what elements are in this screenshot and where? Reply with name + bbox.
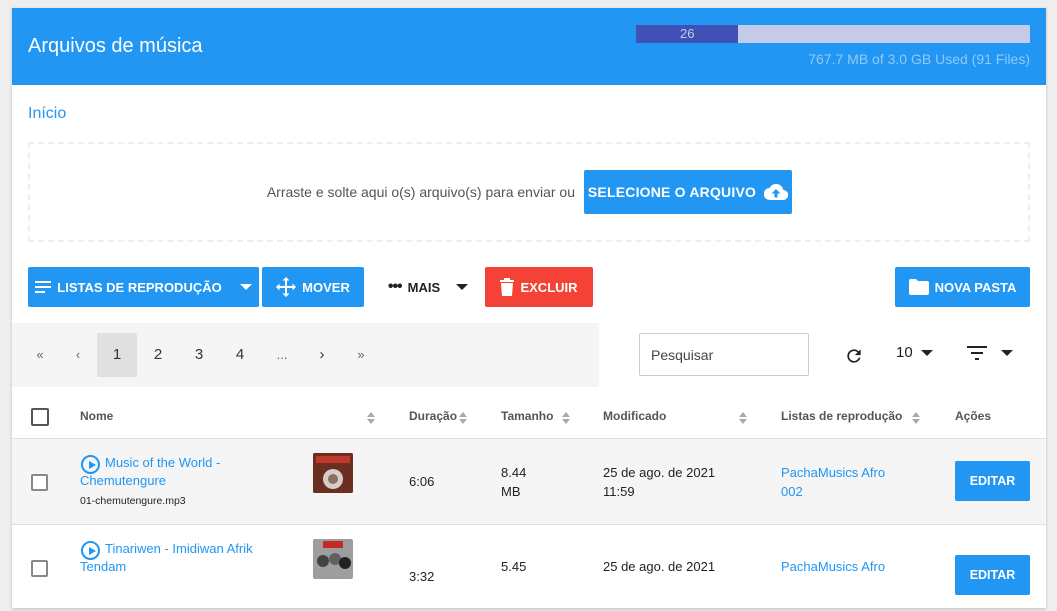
upload-dropzone[interactable]: Arraste e solte aqui o(s) arquivo(s) par… [28,142,1030,242]
sort-icon[interactable] [912,412,920,424]
size-cell: 8.44 MB [501,465,527,499]
trash-icon [500,278,515,296]
select-all-checkbox[interactable] [31,408,49,426]
chevron-down-icon [456,284,469,290]
album-cover [313,539,353,579]
move-button[interactable]: MOVER [262,267,364,307]
album-cover [313,453,353,493]
column-size-label: Tamanho [501,409,554,423]
music-files-card: Arquivos de música 26 767.7 MB of 3.0 GB… [12,8,1046,611]
edit-button[interactable]: EDITAR [955,461,1030,501]
column-header-modified[interactable]: Modificado [603,409,666,423]
more-label: MAIS [407,279,441,295]
storage-quota-fill: 26 [636,25,739,43]
column-header-actions: Ações [955,409,991,423]
row-checkbox[interactable] [31,474,48,491]
select-file-button[interactable]: SELECIONE O ARQUIVO [584,170,792,214]
modified-cell: 25 de ago. de 2021 11:59 [603,465,716,499]
track-filename: 01-chemutengure.mp3 [80,495,186,507]
refresh-icon[interactable] [844,346,864,366]
chevron-down-icon [239,284,252,290]
duration-cell: 6:06 [409,474,435,489]
breadcrumb-home[interactable]: Início [28,105,66,123]
table-row[interactable]: Tinariwen - Imidiwan Afrik Tendam 3:32 5… [12,525,1046,611]
search-input[interactable] [639,333,809,376]
storage-usage-text: 767.7 MB of 3.0 GB Used (91 Files) [808,51,1030,67]
page-title: Arquivos de música [28,35,203,57]
prev-page-button[interactable]: ‹ [58,333,98,377]
cloud-upload-icon [764,183,789,201]
size-cell: 5.45 [501,559,527,574]
filter-icon [967,346,987,360]
per-page-select[interactable]: 10 [896,344,933,361]
column-modified-label: Modificado [603,409,667,423]
sort-icon[interactable] [459,412,467,424]
filter-menu[interactable] [967,346,1013,360]
playlist-icon [35,281,52,293]
chevron-down-icon [920,349,933,356]
new-folder-button[interactable]: NOVA PASTA [895,267,1030,307]
playlist-link[interactable]: PachaMusics Afro [781,557,885,576]
sort-icon[interactable] [562,412,570,424]
more-button[interactable]: ••• MAIS [378,267,478,307]
pagination-ellipsis: ... [276,347,288,362]
move-arrows-icon [276,277,297,297]
playlists-label: LISTAS DE REPRODUÇÃO [57,279,222,295]
new-folder-label: NOVA PASTA [934,279,1017,295]
duration-cell: 3:32 [409,569,435,584]
first-page-button[interactable]: « [20,333,60,377]
sort-icon[interactable] [739,412,747,424]
page-4-button[interactable]: 4 [220,333,260,377]
delete-button[interactable]: EXCLUIR [485,267,593,307]
page-3-button[interactable]: 3 [179,333,219,377]
dropzone-text: Arraste e solte aqui o(s) arquivo(s) par… [266,184,575,200]
per-page-value: 10 [896,344,913,361]
column-playlists-label: Listas de reprodução [781,409,903,423]
album-cover-art [313,453,353,493]
playlist-link[interactable]: PachaMusics Afro 002 [781,463,901,501]
page-2-button[interactable]: 2 [138,333,178,377]
edit-button[interactable]: EDITAR [955,555,1030,595]
column-header-duration[interactable]: Duração [409,409,457,423]
row-checkbox[interactable] [31,560,48,577]
modified-cell: 25 de ago. de 2021 [603,559,716,574]
table-row[interactable]: Music of the World - Chemutengure 01-che… [12,439,1046,525]
pagination: « ‹ 1 2 3 4 ... › » [12,323,599,387]
track-title-link[interactable]: Music of the World - Chemutengure [80,454,270,490]
column-header-playlists[interactable]: Listas de reprodução [781,409,902,423]
playlists-button[interactable]: LISTAS DE REPRODUÇÃO [28,267,259,307]
column-header-size[interactable]: Tamanho [501,409,553,423]
card-header: Arquivos de música 26 767.7 MB of 3.0 GB… [12,8,1046,85]
move-label: MOVER [302,279,350,295]
column-actions-label: Ações [955,409,992,423]
chevron-down-icon [1001,350,1013,356]
last-page-button[interactable]: » [341,333,381,377]
column-name-label: Nome [80,409,114,423]
storage-quota-bar: 26 [636,25,1030,43]
more-dots-icon: ••• [387,278,403,295]
column-header-name[interactable]: Nome [80,409,113,423]
delete-label: EXCLUIR [520,279,578,295]
page-1-button[interactable]: 1 [97,333,137,377]
track-title-link[interactable]: Tinariwen - Imidiwan Afrik Tendam [80,540,270,576]
select-file-label: SELECIONE O ARQUIVO [587,184,757,200]
sort-icon[interactable] [367,412,375,424]
column-duration-label: Duração [409,409,458,423]
album-cover-art [313,539,353,579]
folder-icon [908,279,929,295]
next-page-button[interactable]: › [302,333,342,377]
